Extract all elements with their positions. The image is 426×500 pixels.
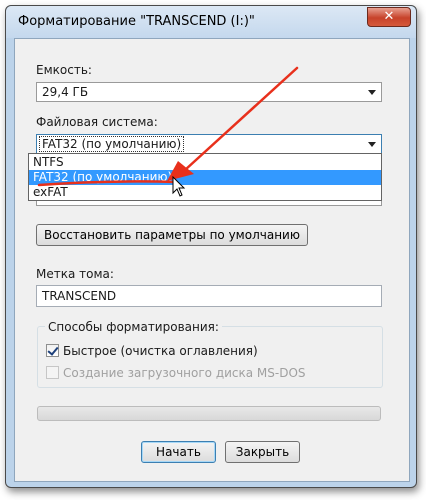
volume-label-caption: Метка тома: [36, 267, 114, 281]
format-progress-bar [37, 406, 381, 421]
filesystem-label: Файловая система: [36, 115, 158, 129]
window-close-button[interactable]: ✕ [367, 7, 411, 27]
volume-label-input[interactable]: TRANSCEND [36, 285, 382, 307]
capacity-combobox[interactable]: 29,4 ГБ [36, 82, 382, 102]
capacity-value: 29,4 ГБ [42, 85, 89, 99]
start-button[interactable]: Начать [141, 441, 216, 463]
quick-format-checkbox[interactable] [46, 344, 59, 357]
capacity-label: Емкость: [36, 63, 92, 77]
filesystem-combobox[interactable]: FAT32 (по умолчанию) [36, 134, 382, 154]
close-button[interactable]: Закрыть [225, 441, 300, 463]
filesystem-option-fat32[interactable]: FAT32 (по умолчанию) [29, 170, 381, 185]
volume-label-value: TRANSCEND [42, 289, 117, 303]
filesystem-dropdown-list: NTFS FAT32 (по умолчанию) exFAT [28, 153, 382, 201]
filesystem-value: FAT32 (по умолчанию) [38, 136, 185, 152]
mouse-pointer-icon [172, 176, 186, 197]
title-bar[interactable]: Форматирование "TRANSCEND (I:)" ✕ [6, 6, 416, 38]
msdos-boot-label: Создание загрузочного диска MS-DOS [63, 366, 306, 380]
chevron-down-icon [368, 90, 376, 95]
restore-defaults-button[interactable]: Восстановить параметры по умолчанию [36, 224, 308, 246]
msdos-boot-checkbox[interactable] [46, 366, 59, 379]
window-title: Форматирование "TRANSCEND (I:)" [18, 14, 255, 29]
chevron-down-icon [368, 142, 376, 147]
quick-format-label[interactable]: Быстрое (очистка оглавления) [63, 344, 258, 358]
filesystem-option-exfat[interactable]: exFAT [29, 185, 381, 200]
format-options-legend: Способы форматирования: [45, 320, 222, 334]
filesystem-option-ntfs[interactable]: NTFS [29, 155, 381, 170]
